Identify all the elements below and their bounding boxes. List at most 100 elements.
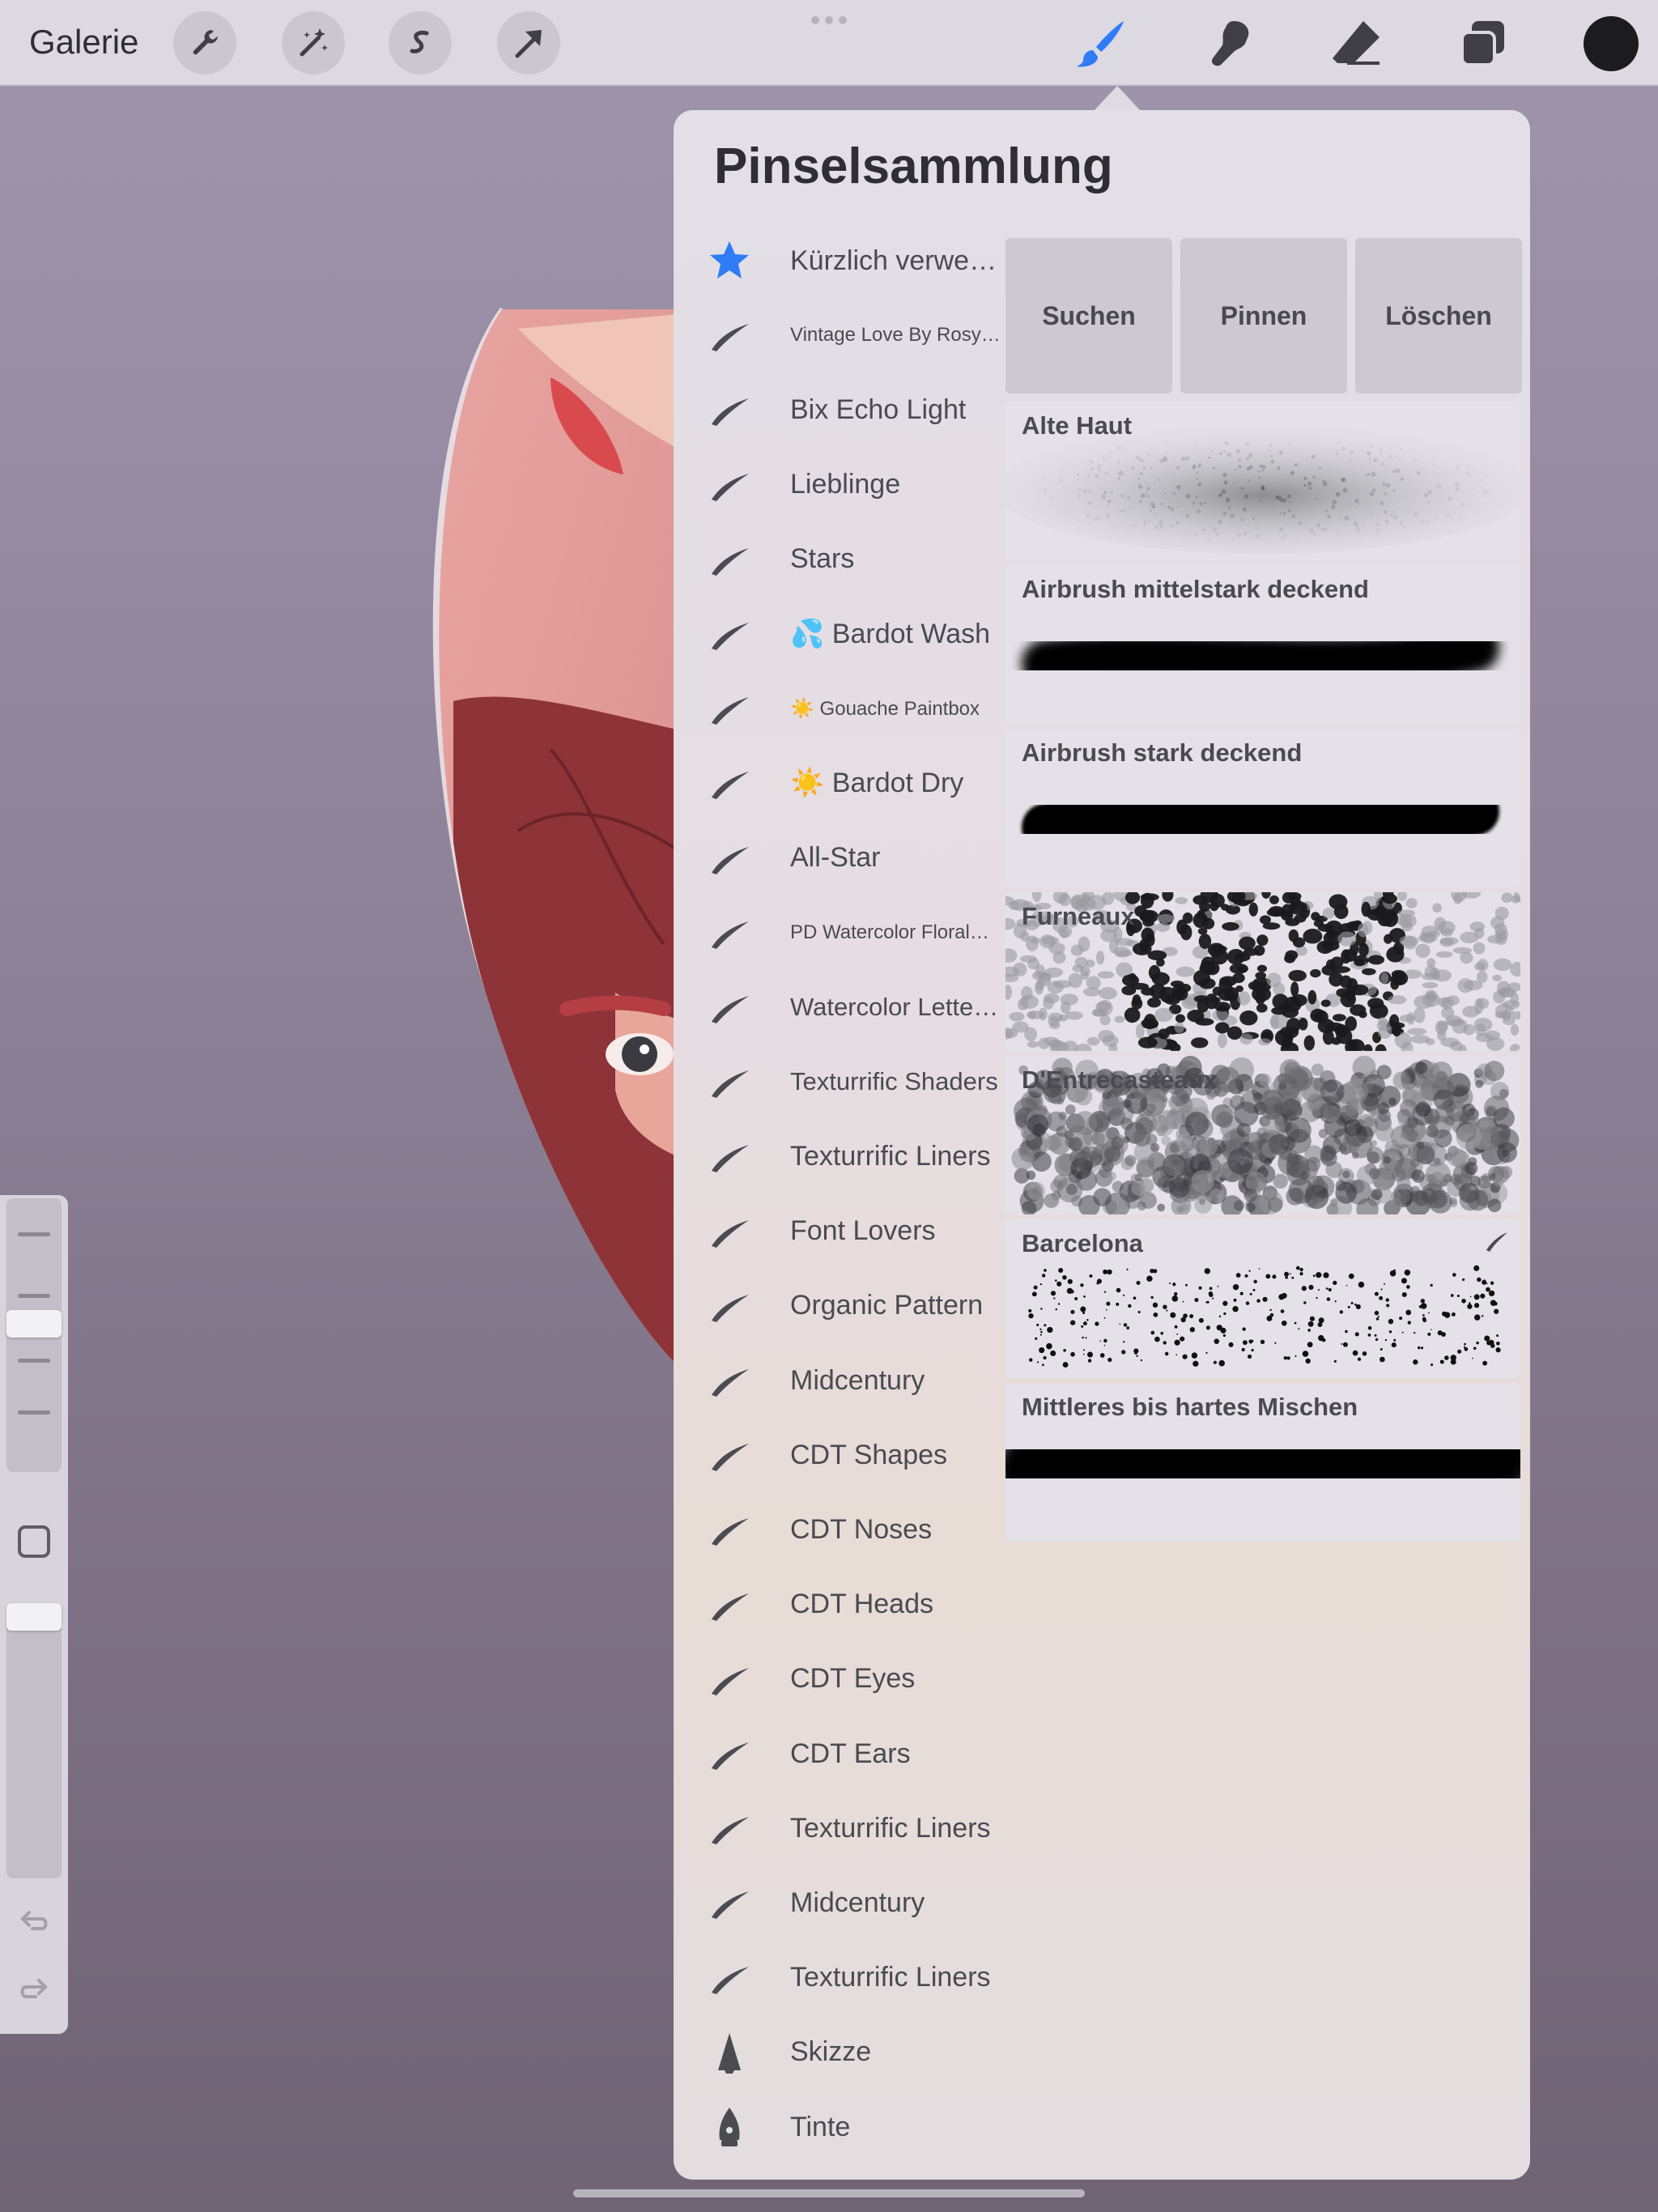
brush-name: D'Entrecasteaux <box>1022 1066 1218 1094</box>
brush-set-item[interactable]: CDT Ears <box>674 1716 1005 1791</box>
brush-stroke-icon <box>706 1208 753 1255</box>
brush-set-label: Organic Pattern <box>790 1290 984 1321</box>
brush-card[interactable]: Airbrush stark deckend <box>1005 729 1520 887</box>
brush-set-label: Kürzlich verwendet <box>790 245 1005 276</box>
brush-stroke-icon <box>706 1656 753 1703</box>
brush-set-item[interactable]: Skizze <box>674 2015 1005 2090</box>
brush-set-item[interactable]: Font Lovers <box>674 1194 1005 1269</box>
brush-set-item[interactable]: Tinte <box>674 2090 1005 2164</box>
brush-name: Airbrush mittelstark deckend <box>1022 575 1369 603</box>
drag-grip[interactable] <box>811 16 847 24</box>
brush-set-item[interactable]: Bix Echo Light <box>674 372 1005 447</box>
brush-set-label: CDT Shapes <box>790 1439 948 1470</box>
brush-set-item[interactable]: Stars <box>674 522 1005 597</box>
brush-stroke-icon <box>706 1805 753 1852</box>
brush-set-item[interactable]: CDT Eyes <box>674 1642 1005 1716</box>
brush-set-item[interactable]: Vintage Love By Rosy… <box>674 298 1005 372</box>
slider-tick <box>18 1232 50 1236</box>
selection-s-icon[interactable] <box>389 11 452 74</box>
brush-stroke-icon <box>706 984 753 1031</box>
pencil-tip-icon <box>706 2029 753 2076</box>
layers-icon[interactable] <box>1452 13 1514 74</box>
brush-set-label: Midcentury <box>790 1887 925 1918</box>
brush-card[interactable]: Airbrush mittelstark deckend <box>1005 565 1520 724</box>
opacity-slider[interactable] <box>6 1603 62 1878</box>
brush-set-label: Texturrific Liners <box>790 1962 991 1993</box>
brush-icon[interactable] <box>1070 13 1132 74</box>
brush-card[interactable]: Mittleres bis hartes Mischen <box>1005 1383 1520 1542</box>
transform-arrow-icon[interactable] <box>497 11 560 74</box>
brush-set-item[interactable]: Watercolor Lettering <box>674 970 1005 1044</box>
popover-pointer <box>1095 86 1140 110</box>
brush-stroke-icon <box>706 835 753 882</box>
brush-stroke-icon <box>706 1357 753 1404</box>
brush-size-slider[interactable] <box>6 1198 62 1472</box>
undo-icon[interactable] <box>16 1904 52 1940</box>
brush-stroke-icon <box>706 1506 753 1553</box>
redo-icon[interactable] <box>16 1972 52 2008</box>
brush-set-item[interactable]: CDT Heads <box>674 1568 1005 1642</box>
brush-stroke-icon <box>706 909 753 956</box>
search-button[interactable]: Suchen <box>1005 238 1172 393</box>
brush-set-label: CDT Heads <box>790 1589 933 1620</box>
brush-stroke-icon <box>706 386 753 433</box>
brush-set-item[interactable]: CDT Noses <box>674 1492 1005 1567</box>
brush-set-item[interactable]: Organic Pattern <box>674 1269 1005 1343</box>
eraser-icon[interactable] <box>1326 13 1388 74</box>
brush-set-item[interactable]: ☀️ Gouache Paintbox <box>674 671 1005 746</box>
brush-stroke-icon <box>706 462 753 508</box>
brush-card[interactable]: Barcelona <box>1005 1219 1520 1378</box>
brush-set-label: Lieblinge <box>790 469 901 500</box>
magic-wand-icon[interactable] <box>282 11 345 74</box>
brush-set-label: Texturrific Liners <box>790 1812 991 1844</box>
brush-library-panel: Pinselsammlung Kürzlich verwendet Vintage… <box>674 110 1530 2180</box>
home-indicator[interactable] <box>573 2189 1085 2197</box>
brush-stroke-icon <box>706 1283 753 1329</box>
brush-card[interactable]: D'Entrecasteaux <box>1005 1056 1520 1214</box>
brush-set-item[interactable]: 💦 Bardot Wash <box>674 597 1005 671</box>
delete-button[interactable]: Löschen <box>1355 238 1522 393</box>
star-icon <box>706 237 753 284</box>
slider-tick <box>18 1294 50 1298</box>
brush-set-item[interactable]: Texturrific Liners <box>674 1119 1005 1193</box>
pen-nib-icon <box>706 2104 753 2150</box>
brush-stroke-icon <box>706 1955 753 2001</box>
brush-set-label: ☀️ Bardot Dry <box>790 768 964 799</box>
color-picker-swatch[interactable] <box>1584 16 1639 71</box>
brush-stroke-icon <box>706 1058 753 1105</box>
brush-set-item[interactable]: Kürzlich verwendet <box>674 223 1005 298</box>
brush-set-item[interactable]: Texturrific Liners <box>674 1791 1005 1865</box>
brush-set-item[interactable]: All-Star <box>674 821 1005 895</box>
brush-set-item[interactable]: PD Watercolor Floral… <box>674 895 1005 970</box>
brush-size-thumb[interactable] <box>6 1310 62 1338</box>
brush-stroke-icon <box>706 610 753 657</box>
brush-set-item[interactable]: Midcentury <box>674 1865 1005 1940</box>
brush-set-label: Font Lovers <box>790 1215 936 1247</box>
brush-set-label: Midcentury <box>790 1364 925 1396</box>
brush-stroke-icon <box>706 1133 753 1180</box>
smudge-icon[interactable] <box>1198 13 1260 74</box>
brush-card[interactable]: Furneaux <box>1005 892 1520 1051</box>
brush-stroke-icon <box>706 1879 753 1926</box>
slider-tick <box>18 1359 50 1363</box>
gallery-button[interactable]: Galerie <box>29 23 138 62</box>
brush-set-label: All-Star <box>790 842 881 874</box>
brush-set-label: CDT Ears <box>790 1738 911 1769</box>
brush-stroke-icon <box>706 685 753 732</box>
brush-set-item[interactable]: Lieblinge <box>674 448 1005 522</box>
pin-button[interactable]: Pinnen <box>1180 238 1347 393</box>
brush-set-item[interactable]: Midcentury <box>674 1343 1005 1418</box>
brush-set-label: CDT Eyes <box>790 1663 916 1695</box>
opacity-thumb[interactable] <box>6 1603 62 1631</box>
brush-set-item[interactable]: Texturrific Shaders <box>674 1044 1005 1119</box>
brush-name: Furneaux <box>1022 902 1135 930</box>
panel-title: Pinselsammlung <box>714 138 1113 194</box>
brush-card[interactable]: Alte Haut <box>1005 402 1520 560</box>
brush-stroke-icon <box>706 312 753 359</box>
brush-set-item[interactable]: ☀️ Bardot Dry <box>674 746 1005 820</box>
brush-set-item[interactable]: Texturrific Liners <box>674 1941 1005 2015</box>
wrench-icon[interactable] <box>173 11 236 74</box>
brush-set-item[interactable]: CDT Shapes <box>674 1418 1005 1492</box>
brush-stroke-icon <box>706 759 753 806</box>
modify-button[interactable] <box>18 1525 50 1558</box>
